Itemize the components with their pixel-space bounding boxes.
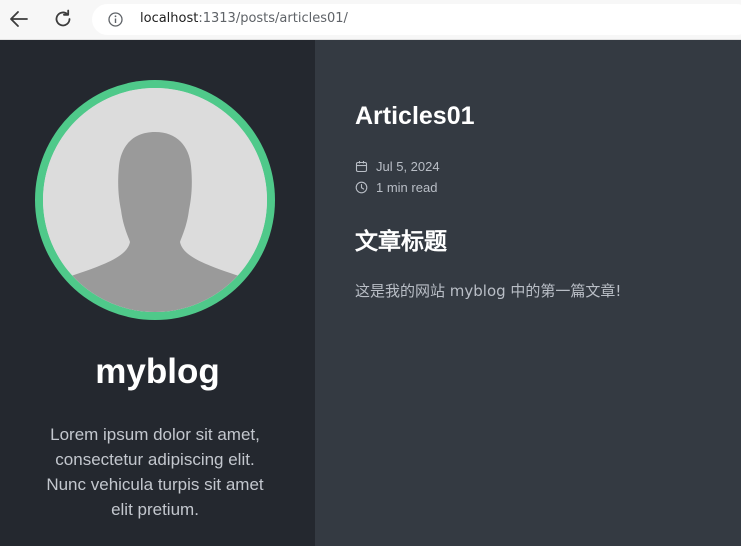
reading-time-text: 1 min read xyxy=(376,180,438,195)
back-arrow-icon[interactable] xyxy=(8,8,30,30)
address-bar[interactable]: localhost:1313/posts/articles01/ xyxy=(92,4,741,35)
info-icon[interactable] xyxy=(108,12,123,27)
url-host: localhost xyxy=(140,11,199,26)
avatar xyxy=(43,88,267,312)
calendar-icon xyxy=(355,160,368,173)
article-body: 这是我的网站 myblog 中的第一篇文章! xyxy=(355,282,622,300)
reload-icon[interactable] xyxy=(52,8,74,30)
post-title: Articles01 xyxy=(355,102,475,130)
default-user-icon xyxy=(43,88,267,312)
avatar-ring xyxy=(35,80,275,320)
url-text[interactable]: localhost:1313/posts/articles01/ xyxy=(140,11,348,26)
article-heading: 文章标题 xyxy=(355,229,447,255)
blog-description: Lorem ipsum dolor sit amet, consectetur … xyxy=(46,425,264,519)
url-path: :1313/posts/articles01/ xyxy=(198,11,348,26)
sidebar: myblog Lorem ipsum dolor sit amet, conse… xyxy=(0,40,315,546)
browser-toolbar: localhost:1313/posts/articles01/ xyxy=(0,0,741,40)
clock-icon xyxy=(355,181,368,194)
post-date-text: Jul 5, 2024 xyxy=(376,159,440,174)
blog-name[interactable]: myblog xyxy=(0,352,315,392)
post-content: Articles01 Jul 5, 2024 1 min read 文章标题 这… xyxy=(315,40,741,546)
